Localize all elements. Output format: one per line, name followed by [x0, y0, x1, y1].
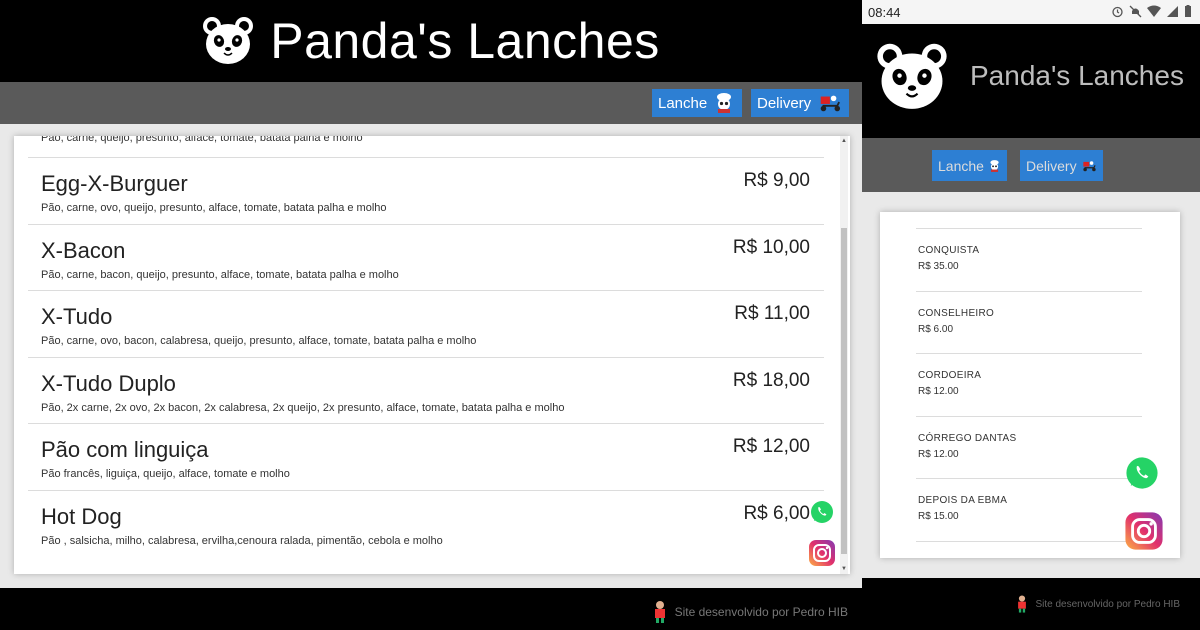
menu-item[interactable]: Pão com linguiça R$ 12,00 Pão francês, l… — [28, 424, 824, 491]
menu-item[interactable]: Egg-X-Burguer R$ 9,00 Pão, carne, ovo, q… — [28, 158, 824, 225]
menu-list: Pão, carne, queijo, presunto, alface, to… — [28, 136, 824, 557]
scroll-up-icon[interactable]: ▲ — [841, 138, 847, 144]
menu-item[interactable]: Pão, carne, queijo, presunto, alface, to… — [28, 136, 824, 158]
area-name: CONSELHEIRO — [918, 307, 995, 319]
credit-text: Site desenvolvido por Pedro HIB — [674, 605, 848, 619]
item-description: Pão , salsicha, milho, calabresa, ervilh… — [41, 534, 443, 547]
item-description: Pão, carne, queijo, presunto, alface, to… — [41, 136, 363, 144]
status-time: 08:44 — [868, 5, 901, 20]
scroll-down-icon[interactable]: ▼ — [841, 566, 847, 572]
mobile-delivery-button[interactable]: Delivery — [1020, 150, 1103, 181]
menu-card[interactable]: Pão, carne, queijo, presunto, alface, to… — [14, 136, 850, 574]
item-price: R$ 9,00 — [743, 170, 810, 191]
alarm-icon — [1112, 6, 1123, 18]
item-price: R$ 18,00 — [732, 369, 810, 391]
area-price: R$ 35.00 — [918, 261, 959, 272]
area-name: DEPOIS DA EBMA — [918, 495, 1008, 506]
item-description: Pão, 2x carne, 2x ovo, 2x bacon, 2x cala… — [41, 401, 565, 414]
delivery-area-item[interactable]: CÓRREGO DANTAS R$ 12.00 — [916, 415, 1142, 479]
menu-item[interactable]: X-Bacon R$ 10,00 Pão, carne, bacon, quei… — [28, 225, 824, 291]
item-price: R$ 11,00 — [734, 303, 810, 324]
status-icons — [1111, 5, 1192, 18]
wifi-icon — [1147, 5, 1161, 17]
mobile-developer-credit[interactable]: Site desenvolvido por Pedro HIB — [1015, 594, 1180, 614]
credit-text: Site desenvolvido por Pedro HIB — [1035, 598, 1180, 610]
item-description: Pão, carne, bacon, queijo, presunto, alf… — [41, 268, 399, 281]
menu-section: Pão, carne, queijo, presunto, alface, to… — [0, 124, 862, 588]
delivery-label: Delivery — [757, 94, 812, 112]
delivery-label: Delivery — [1026, 157, 1077, 174]
delivery-area-item[interactable] — [916, 540, 1142, 559]
delivery-area-item[interactable]: CONSELHEIRO R$ 6.00 — [916, 290, 1142, 354]
site-title: Panda's Lanches — [270, 13, 660, 69]
lanche-label: Lanche — [658, 94, 708, 112]
delivery-area-item[interactable]: CONQUISTA R$ 35.00 — [916, 228, 1142, 291]
desktop-view: Panda's Lanches Lanche Delivery Pão, car… — [0, 0, 862, 630]
instagram-icon — [809, 540, 835, 566]
item-name: X-Tudo Duplo — [41, 370, 176, 396]
item-price: R$ 10,00 — [732, 236, 810, 258]
status-bar: 08:44 — [862, 0, 1200, 24]
mobile-whatsapp-button[interactable] — [1125, 456, 1159, 495]
composite-screenshot: Panda's Lanches Lanche Delivery Pão, car… — [0, 0, 1200, 630]
instagram-icon — [1125, 512, 1163, 550]
site-footer: Site desenvolvido por Pedro HIB — [0, 588, 862, 630]
instagram-button[interactable] — [808, 539, 836, 572]
area-name: CÓRREGO DANTAS — [918, 432, 1017, 444]
site-header: Panda's Lanches — [0, 0, 862, 82]
mobile-site-title: Panda's Lanches — [970, 60, 1184, 91]
mobile-view: 08:44 Panda's Lanches Lanche Delivery CO… — [862, 0, 1200, 630]
delivery-area-list: CONQUISTA R$ 35.00 CONSELHEIRO R$ 6.00 C… — [916, 228, 1142, 558]
area-price: R$ 12.00 — [918, 448, 959, 460]
area-price: R$ 6.00 — [918, 323, 954, 335]
delivery-button[interactable]: Delivery — [751, 89, 849, 117]
mobile-footer: Site desenvolvido por Pedro HIB — [862, 578, 1200, 630]
scrollbar-thumb[interactable] — [841, 228, 847, 554]
developer-credit[interactable]: Site desenvolvido por Pedro HIB — [651, 600, 848, 624]
area-name: CONQUISTA — [918, 245, 980, 256]
signal-icon — [1167, 6, 1178, 17]
developer-avatar-icon — [654, 601, 665, 623]
item-price: R$ 6,00 — [743, 502, 810, 524]
item-name: Pão com linguiça — [41, 437, 209, 462]
panda-face-icon — [203, 17, 254, 64]
panda-chef-icon — [990, 159, 999, 172]
item-description: Pão, carne, ovo, bacon, calabresa, queij… — [41, 335, 477, 347]
nav-bar: Lanche Delivery — [0, 82, 862, 124]
delivery-area-item[interactable]: CORDOEIRA R$ 12.00 — [916, 353, 1142, 416]
item-name: Hot Dog — [41, 503, 122, 529]
whatsapp-icon — [1126, 457, 1158, 489]
delivery-scooter-icon — [820, 95, 841, 112]
area-name: CORDOEIRA — [918, 370, 982, 381]
mobile-instagram-button[interactable] — [1124, 511, 1164, 556]
lanche-button[interactable]: Lanche — [652, 89, 742, 117]
item-price: R$ 12,00 — [732, 436, 810, 457]
item-name: Egg-X-Burguer — [41, 171, 188, 196]
item-description: Pão, carne, ovo, queijo, presunto, alfac… — [41, 202, 387, 214]
menu-item[interactable]: X-Tudo R$ 11,00 Pão, carne, ovo, bacon, … — [28, 291, 824, 358]
item-description: Pão francês, liguiça, queijo, alface, to… — [41, 468, 290, 480]
menu-item[interactable]: X-Tudo Duplo R$ 18,00 Pão, 2x carne, 2x … — [28, 358, 824, 424]
menu-scrollbar[interactable]: ▲ ▼ — [840, 136, 848, 574]
mobile-lanche-button[interactable]: Lanche — [932, 150, 1007, 181]
item-name: X-Bacon — [41, 237, 126, 263]
mobile-header: Panda's Lanches — [862, 24, 1200, 138]
battery-icon — [1185, 5, 1191, 17]
delivery-area-item[interactable]: DEPOIS DA EBMA R$ 15.00 — [916, 478, 1142, 541]
delivery-scooter-icon — [1082, 160, 1096, 171]
area-price: R$ 15.00 — [918, 511, 959, 522]
delivery-card[interactable]: CONQUISTA R$ 35.00 CONSELHEIRO R$ 6.00 C… — [880, 212, 1180, 558]
developer-avatar-icon — [1018, 595, 1027, 613]
whatsapp-icon — [811, 501, 833, 523]
area-price: R$ 12.00 — [918, 386, 959, 397]
lanche-label: Lanche — [938, 157, 984, 174]
mute-icon — [1129, 5, 1142, 18]
menu-item[interactable]: Hot Dog R$ 6,00 Pão , salsicha, milho, c… — [28, 491, 824, 558]
panda-face-icon — [877, 43, 947, 109]
panda-chef-icon — [717, 93, 732, 113]
item-name: X-Tudo — [41, 304, 113, 329]
whatsapp-button[interactable] — [810, 500, 834, 529]
mobile-nav-bar: Lanche Delivery — [862, 138, 1200, 192]
